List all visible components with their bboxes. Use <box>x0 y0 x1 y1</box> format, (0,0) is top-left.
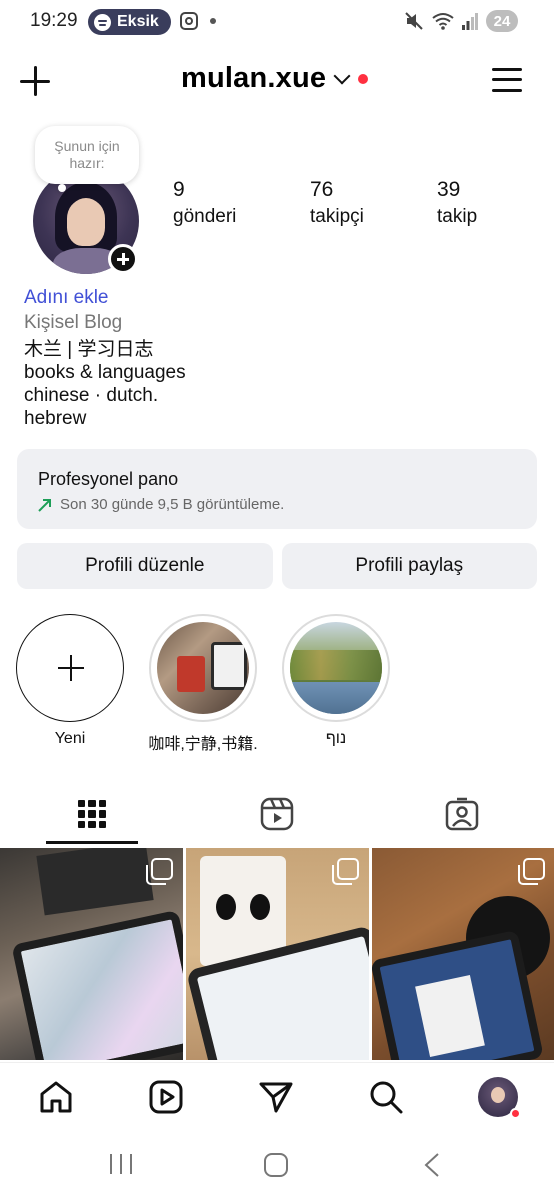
tab-reels[interactable] <box>231 783 323 845</box>
profile-header: mulan.xue <box>0 56 554 106</box>
bio-line: chinese · dutch. <box>24 385 159 406</box>
tagged-icon <box>445 797 479 831</box>
nav-profile[interactable] <box>478 1077 521 1119</box>
multi-photo-icon <box>332 858 359 885</box>
tab-tagged[interactable] <box>416 783 508 845</box>
note-text: Şunun için hazır: <box>54 138 120 171</box>
post-image-panda-eye <box>250 894 270 920</box>
stat-followers-value: 76 <box>310 178 334 201</box>
mute-icon <box>405 12 423 30</box>
avatar-face <box>68 198 104 238</box>
nav-search[interactable] <box>366 1077 406 1117</box>
highlight-label: Yeni <box>54 730 86 747</box>
reels-icon <box>260 797 294 831</box>
spotify-label: Eksik <box>117 13 159 30</box>
status-bar: 19:29 Eksik 24 <box>0 0 554 44</box>
bio-line: 木兰 | 学习日志 <box>24 339 154 360</box>
stat-posts-value: 9 <box>173 178 185 201</box>
system-navigation <box>0 1130 554 1200</box>
home-icon <box>40 1081 72 1113</box>
username: mulan.xue <box>181 62 327 94</box>
add-story-icon[interactable] <box>108 244 138 274</box>
highlight-label: 咖啡,宁静,书籍. <box>148 736 258 753</box>
stat-posts[interactable]: 9 gönderi <box>173 178 236 228</box>
posts-grid <box>0 848 554 1060</box>
create-plus-icon[interactable] <box>18 64 52 98</box>
note-bubble-tail <box>58 184 66 192</box>
post-image-panda-eye <box>216 894 236 920</box>
signal-icon <box>462 13 478 30</box>
account-switcher[interactable]: mulan.xue <box>181 62 369 95</box>
profile-avatar-small <box>478 1077 521 1119</box>
more-notifications-dot <box>210 18 216 24</box>
highlight-label: נוף <box>325 730 347 747</box>
cover-tablet <box>211 642 247 690</box>
trend-up-arrow-icon <box>38 498 51 512</box>
highlight-coffee[interactable]: 咖啡,宁静,书籍. <box>148 614 258 754</box>
post-thumbnail[interactable] <box>372 848 554 1060</box>
add-name-link[interactable]: Adını ekle <box>24 286 186 309</box>
multi-photo-icon <box>146 858 173 885</box>
status-icons: 24 <box>404 10 518 32</box>
spotify-pill[interactable]: Eksik <box>88 9 171 35</box>
back-icon[interactable] <box>422 1152 442 1178</box>
new-highlight-plus-icon <box>16 614 124 722</box>
chevron-down-icon <box>333 67 351 84</box>
instagram-notification-icon <box>180 12 198 30</box>
stat-followers[interactable]: 76 takipçi <box>310 178 364 228</box>
notification-dot <box>510 1108 521 1119</box>
bottom-navigation <box>0 1062 554 1130</box>
grid-icon <box>78 800 106 828</box>
highlight-new[interactable]: Yeni <box>15 614 125 748</box>
wifi-icon <box>432 13 454 30</box>
stat-followers-label: takipçi <box>310 206 364 227</box>
share-profile-button[interactable]: Profili paylaş <box>281 543 537 589</box>
cover-trees <box>290 650 382 680</box>
edit-profile-button[interactable]: Profili düzenle <box>17 543 273 589</box>
bio-line: hebrew <box>24 408 87 429</box>
nav-messages[interactable] <box>256 1077 296 1117</box>
post-thumbnail[interactable] <box>186 848 369 1060</box>
nav-avatar-face <box>491 1087 505 1103</box>
spotify-icon <box>94 13 111 31</box>
stat-following-label: takip <box>437 206 478 227</box>
profile-tabs <box>0 783 554 845</box>
home-button-icon[interactable] <box>263 1152 289 1178</box>
highlight-view[interactable]: נוף <box>281 614 391 748</box>
multi-photo-icon <box>518 858 545 885</box>
nav-home[interactable] <box>36 1077 76 1117</box>
highlight-cover-image <box>157 622 249 714</box>
dashboard-subtitle: Son 30 günde 9,5 B görüntüleme. <box>60 496 285 513</box>
post-thumbnail[interactable] <box>0 848 183 1060</box>
status-time: 19:29 <box>30 10 78 31</box>
tab-posts-grid[interactable] <box>46 783 138 845</box>
nav-reels[interactable] <box>146 1077 186 1117</box>
notification-dot <box>358 73 369 84</box>
profile-bio: Adını ekle Kişisel Blog 木兰 | 学习日志 books … <box>24 286 186 430</box>
dashboard-title: Profesyonel pano <box>38 469 179 489</box>
reels-icon <box>149 1080 183 1114</box>
highlight-ring <box>149 614 257 722</box>
hamburger-menu-icon[interactable] <box>492 67 522 93</box>
professional-dashboard[interactable]: Profesyonel pano Son 30 günde 9,5 B görü… <box>17 449 537 529</box>
profile-category: Kişisel Blog <box>24 312 123 333</box>
search-icon <box>370 1081 403 1114</box>
send-icon <box>259 1082 293 1113</box>
stat-following-value: 39 <box>437 178 461 201</box>
recent-apps-icon[interactable] <box>108 1152 134 1176</box>
cover-water <box>290 682 382 714</box>
highlight-cover-image <box>290 622 382 714</box>
cover-cup <box>177 656 205 692</box>
profile-actions: Profili düzenle Profili paylaş <box>17 543 537 589</box>
active-tab-indicator <box>46 841 138 844</box>
highlight-ring <box>282 614 390 722</box>
stat-following[interactable]: 39 takip <box>437 178 477 228</box>
note-bubble[interactable]: Şunun için hazır: <box>35 126 139 184</box>
bio-line: books & languages <box>24 362 186 383</box>
battery-indicator: 24 <box>486 10 518 32</box>
stat-posts-label: gönderi <box>173 206 237 227</box>
